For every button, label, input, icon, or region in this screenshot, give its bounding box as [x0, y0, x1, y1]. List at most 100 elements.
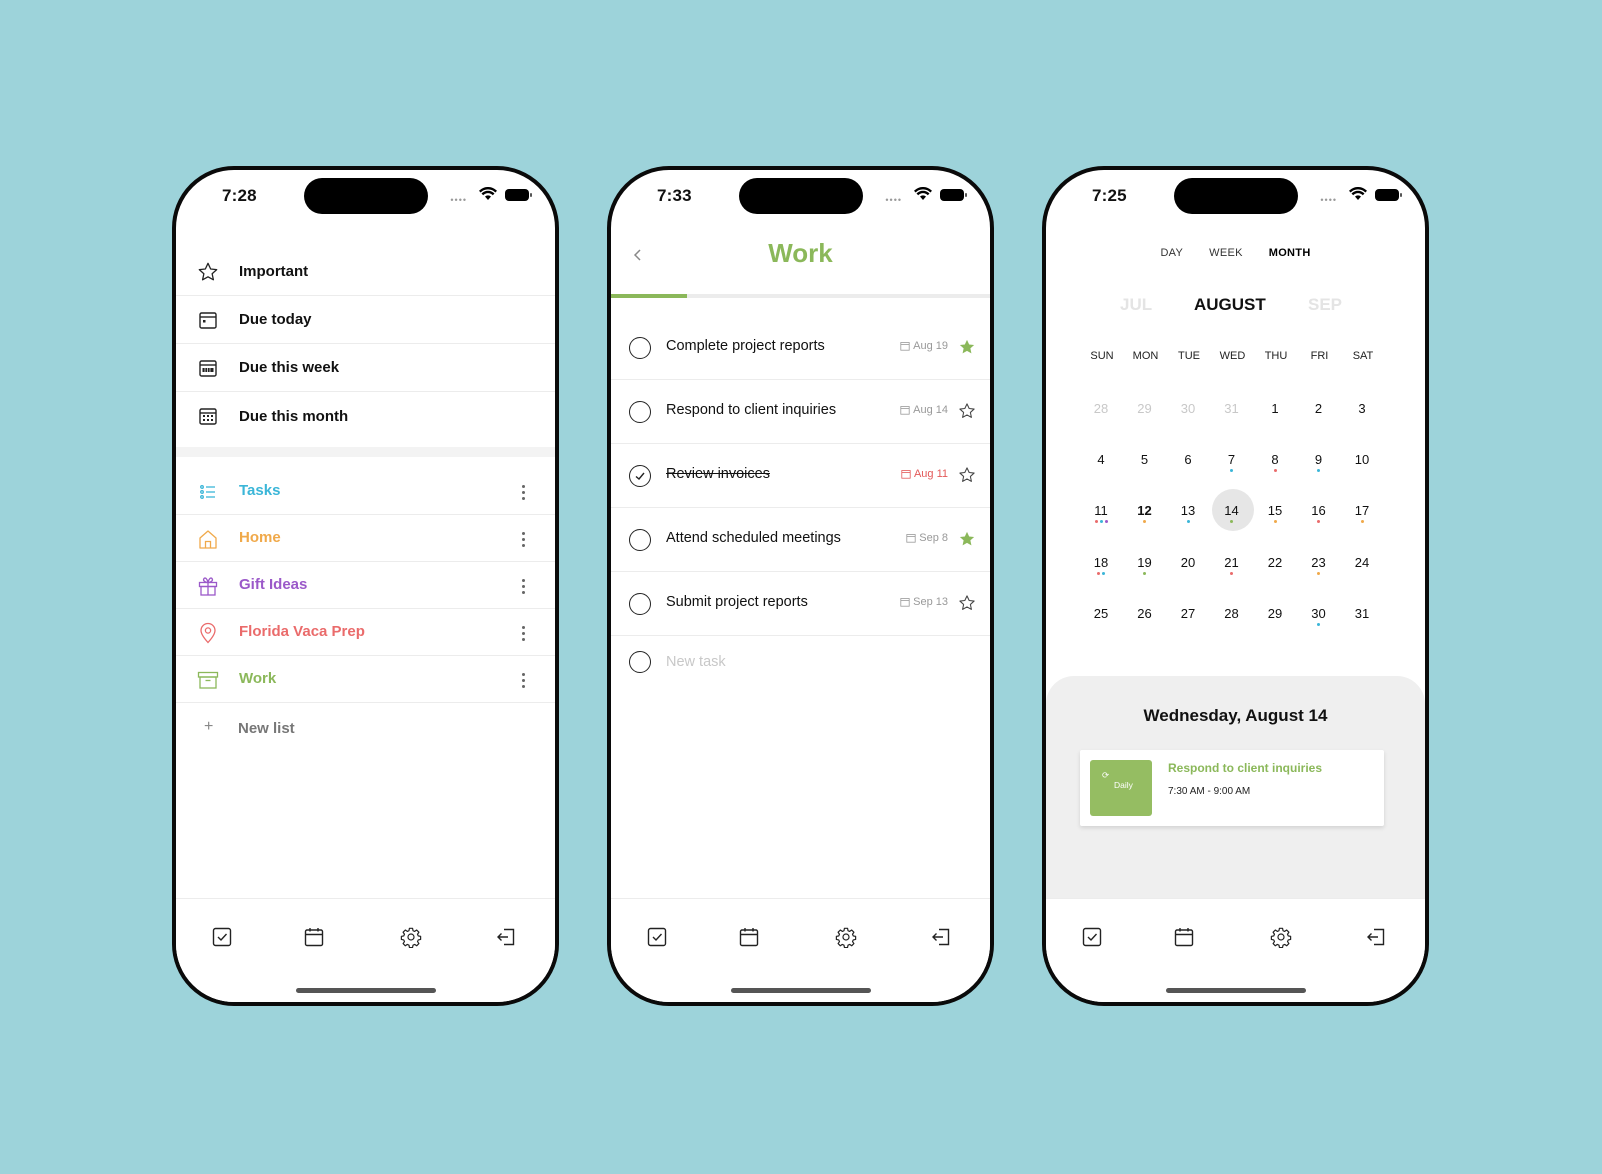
calendar-day[interactable]: 21 — [1210, 541, 1254, 585]
calendar-day[interactable]: 15 — [1253, 489, 1297, 533]
tab-settings[interactable] — [832, 923, 860, 951]
calendar-day[interactable]: 19 — [1123, 541, 1167, 585]
tab-logout[interactable] — [927, 923, 955, 951]
task-due-text: Aug 11 — [913, 468, 948, 480]
calendar-day-selected[interactable]: 14 — [1210, 489, 1254, 533]
calendar-day[interactable]: 4 — [1079, 438, 1123, 482]
calendar-day[interactable]: 13 — [1166, 489, 1210, 533]
calendar-day[interactable]: 28 — [1210, 592, 1254, 636]
calendar-day[interactable]: 3 — [1340, 387, 1384, 431]
tab-calendar[interactable] — [1170, 923, 1198, 951]
calendar-day[interactable]: 27 — [1166, 592, 1210, 636]
checkbox-icon — [647, 927, 667, 947]
tab-settings[interactable] — [397, 923, 425, 951]
star-filled-icon[interactable] — [958, 338, 976, 356]
calendar-day[interactable]: 10 — [1340, 438, 1384, 482]
calendar-day[interactable]: 12 — [1123, 489, 1167, 533]
calendar-day[interactable]: 18 — [1079, 541, 1123, 585]
calendar-day[interactable]: 7 — [1210, 438, 1254, 482]
more-options-icon[interactable] — [519, 574, 527, 598]
list-item-home[interactable]: Home — [176, 515, 555, 562]
calendar-day[interactable]: 5 — [1123, 438, 1167, 482]
smart-list-due-this-week[interactable]: Due this week — [176, 344, 555, 392]
tab-tasks[interactable] — [208, 923, 236, 951]
calendar-day[interactable]: 31 — [1340, 592, 1384, 636]
next-month[interactable]: SEP — [1308, 295, 1342, 315]
page-title: Work — [768, 238, 833, 268]
day-number: 30 — [1311, 605, 1326, 621]
calendar-day[interactable]: 29 — [1123, 387, 1167, 431]
tab-logout[interactable] — [492, 923, 520, 951]
calendar-day[interactable]: 1 — [1253, 387, 1297, 431]
home-indicator — [731, 988, 871, 993]
calendar-day[interactable]: 22 — [1253, 541, 1297, 585]
calendar-day[interactable]: 30 — [1297, 592, 1341, 636]
calendar-day[interactable]: 17 — [1340, 489, 1384, 533]
calendar-day[interactable]: 8 — [1253, 438, 1297, 482]
tab-calendar[interactable] — [735, 923, 763, 951]
calendar-day[interactable]: 30 — [1166, 387, 1210, 431]
task-row[interactable]: Submit project reports Sep 13 — [611, 572, 990, 636]
calendar-day[interactable]: 2 — [1297, 387, 1341, 431]
view-week-tab[interactable]: WEEK — [1209, 247, 1243, 259]
task-checkbox[interactable] — [629, 529, 651, 551]
list-item-tasks[interactable]: Tasks — [176, 468, 555, 515]
calendar-day[interactable]: 9 — [1297, 438, 1341, 482]
task-due-text: Sep 13 — [913, 596, 948, 608]
task-checkbox[interactable] — [629, 337, 651, 359]
event-dots — [1340, 520, 1384, 524]
task-row[interactable]: Review invoices Aug 11 — [611, 444, 990, 508]
list-item-gift-ideas[interactable]: Gift Ideas — [176, 562, 555, 609]
calendar-day[interactable]: 24 — [1340, 541, 1384, 585]
new-task-input[interactable]: New task — [666, 654, 726, 670]
star-outline-icon[interactable] — [958, 402, 976, 420]
view-day-tab[interactable]: DAY — [1160, 247, 1183, 259]
calendar-day[interactable]: 6 — [1166, 438, 1210, 482]
calendar-day[interactable]: 25 — [1079, 592, 1123, 636]
tab-logout[interactable] — [1362, 923, 1390, 951]
task-row[interactable]: Complete project reports Aug 19 — [611, 316, 990, 380]
event-dot — [1273, 520, 1277, 524]
list-item-florida-vaca-prep[interactable]: Florida Vaca Prep — [176, 609, 555, 656]
tab-calendar[interactable] — [300, 923, 328, 951]
event-tag-text: Daily — [1114, 780, 1133, 790]
tab-tasks[interactable] — [643, 923, 671, 951]
new-task-row[interactable]: New task — [611, 634, 990, 684]
smart-list-important[interactable]: Important — [176, 248, 555, 296]
calendar-day[interactable]: 20 — [1166, 541, 1210, 585]
calendar-day[interactable]: 11 — [1079, 489, 1123, 533]
calendar-day[interactable]: 16 — [1297, 489, 1341, 533]
task-due: Aug 19 — [900, 340, 948, 352]
view-month-tab[interactable]: MONTH — [1269, 247, 1311, 259]
task-checkbox[interactable] — [629, 401, 651, 423]
calendar-day[interactable]: 31 — [1210, 387, 1254, 431]
calendar-day[interactable]: 28 — [1079, 387, 1123, 431]
task-checkbox[interactable] — [629, 593, 651, 615]
calendar-day[interactable]: 29 — [1253, 592, 1297, 636]
day-number: 30 — [1180, 401, 1196, 416]
prev-month[interactable]: JUL — [1120, 295, 1152, 315]
weekday-header: MON — [1132, 350, 1159, 362]
more-options-icon[interactable] — [519, 480, 527, 504]
star-outline-icon[interactable] — [958, 594, 976, 612]
more-options-icon[interactable] — [519, 621, 527, 645]
star-outline-icon[interactable] — [958, 466, 976, 484]
more-options-icon[interactable] — [519, 668, 527, 692]
calendar-day[interactable]: 23 — [1297, 541, 1341, 585]
tab-settings[interactable] — [1267, 923, 1295, 951]
house-icon — [196, 527, 220, 551]
task-row[interactable]: Attend scheduled meetings Sep 8 — [611, 508, 990, 572]
star-filled-icon[interactable] — [958, 530, 976, 548]
list-item-work[interactable]: Work — [176, 656, 555, 703]
smart-list-due-today[interactable]: Due today — [176, 296, 555, 344]
task-due-text: Sep 8 — [919, 532, 948, 544]
task-checkbox-checked[interactable] — [629, 465, 651, 487]
smart-list-due-this-month[interactable]: Due this month — [176, 392, 555, 440]
day-number: 12 — [1137, 503, 1152, 519]
event-card[interactable]: ⟳ Daily Respond to client inquiries 7:30… — [1080, 750, 1384, 826]
tab-tasks[interactable] — [1078, 923, 1106, 951]
more-options-icon[interactable] — [519, 527, 527, 551]
new-list-button[interactable]: + New list — [176, 710, 555, 750]
calendar-day[interactable]: 26 — [1123, 592, 1167, 636]
task-row[interactable]: Respond to client inquiries Aug 14 — [611, 380, 990, 444]
